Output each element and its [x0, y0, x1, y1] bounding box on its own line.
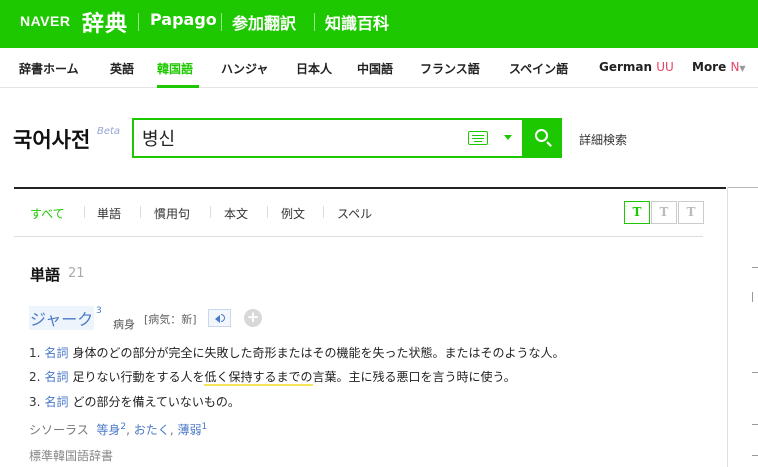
highlighted-text: 低く保持するまでの: [204, 370, 313, 386]
section-count: 21: [68, 266, 85, 281]
thesaurus-label: シソーラス: [29, 423, 89, 437]
entry-word[interactable]: ジャーク: [29, 306, 95, 330]
side-panel-divider: [727, 187, 728, 467]
nav-korean[interactable]: 韓国語: [157, 60, 193, 77]
text-size-medium-button[interactable]: T: [651, 201, 677, 224]
side-panel-rule: [727, 187, 758, 188]
definition-item: 3. 名詞 どの部分を備えていないもの。: [29, 395, 240, 409]
entry-homonym-number: 3: [96, 306, 102, 316]
section-title: 単語: [30, 266, 61, 284]
translate-link[interactable]: 参加翻訳: [232, 10, 296, 34]
definition-text: 身体のどの部分が完全に失敗した奇形またはその機能を失った状態。またはそのような人…: [72, 346, 565, 360]
search-input[interactable]: [142, 126, 442, 150]
active-nav-underline: [157, 85, 199, 88]
nav-more-label: More: [692, 60, 727, 74]
entry-hanja: 病身: [113, 318, 135, 331]
nav-spanish[interactable]: スペイン語: [509, 60, 568, 77]
tab-spelling[interactable]: スペル: [337, 205, 372, 222]
advanced-search-link[interactable]: 詳細検索: [579, 131, 627, 148]
speaker-icon[interactable]: [208, 309, 231, 327]
nav-german-badge: UU: [656, 60, 674, 74]
tab-words[interactable]: 単語: [97, 205, 121, 222]
nav-german-label: German: [599, 60, 653, 74]
thesaurus-row: シソーラス 等身2, おたく, 薄弱1: [29, 422, 208, 437]
part-of-speech[interactable]: 名詞: [44, 370, 68, 384]
chevron-down-icon: ▼: [739, 64, 746, 73]
tab-idioms[interactable]: 慣用句: [154, 205, 190, 222]
nav-dictionary-home[interactable]: 辞書ホーム: [19, 60, 79, 77]
header-separator: [314, 13, 315, 31]
nav-more[interactable]: More N▼: [692, 60, 746, 74]
search-icon: [535, 129, 548, 142]
definition-item: 2. 名詞 足りない行動をする人を低く保持するまでの言葉。主に残る悪口を言う時に使う…: [29, 370, 516, 386]
korean-dictionary-logo[interactable]: 국어사전: [13, 124, 90, 154]
source-label: 標準韓国語辞書: [29, 449, 114, 463]
papago-link[interactable]: Papago: [150, 10, 217, 29]
tabs-rule: [14, 236, 703, 237]
nav-german[interactable]: German UU: [599, 60, 674, 74]
tab-examples[interactable]: 例文: [281, 205, 305, 222]
part-of-speech[interactable]: 名詞: [44, 395, 68, 409]
language-nav: 辞書ホーム 英語 韓国語 ハンジャ 日本人 中国語 フランス語 スペイン語 Ge…: [0, 48, 758, 88]
side-panel-fragment: [752, 267, 758, 268]
side-panel-fragment: [752, 372, 758, 373]
search-button[interactable]: [524, 118, 562, 158]
synonym-link[interactable]: 薄弱1: [177, 422, 207, 437]
encyclopedia-link[interactable]: 知識百科: [325, 10, 389, 34]
side-panel-fragment: [752, 455, 758, 456]
synonym-link[interactable]: 等身2: [96, 422, 126, 437]
entry-pronunciation: [病気：新]: [144, 313, 197, 326]
nav-chinese[interactable]: 中国語: [357, 60, 393, 77]
text-size-large-button[interactable]: T: [678, 201, 704, 224]
header-separator: [221, 13, 222, 31]
side-panel-fragment: [752, 424, 758, 425]
header-separator: [138, 13, 139, 31]
text-size-small-button[interactable]: T: [624, 201, 650, 224]
naver-logo[interactable]: NAVER: [20, 13, 70, 29]
top-bar: NAVER 辞典 Papago 参加翻訳 知識百科: [0, 0, 758, 48]
add-to-wordbook-button[interactable]: +: [244, 309, 262, 327]
beta-label: Beta: [97, 126, 121, 137]
keyboard-icon[interactable]: [468, 131, 488, 145]
definition-item: 1. 名詞 身体のどの部分が完全に失敗した奇形またはその機能を失った状態。またはその…: [29, 346, 565, 360]
part-of-speech[interactable]: 名詞: [44, 346, 68, 360]
synonym-link[interactable]: おたく: [134, 423, 170, 437]
side-panel-fragment: [752, 292, 753, 302]
nav-hanja[interactable]: ハンジャ: [221, 60, 268, 77]
nav-japanese[interactable]: 日本人: [296, 60, 332, 77]
dictionary-logo[interactable]: 辞典: [82, 6, 128, 38]
search-box: [132, 118, 524, 158]
nav-french[interactable]: フランス語: [420, 60, 480, 77]
dropdown-arrow-icon[interactable]: [504, 135, 512, 140]
results-top-rule: [14, 187, 726, 189]
tab-all[interactable]: すべて: [30, 205, 65, 222]
tab-body[interactable]: 本文: [224, 205, 248, 222]
definition-text: どの部分を備えていないもの。: [72, 395, 240, 409]
nav-english[interactable]: 英語: [110, 60, 134, 77]
